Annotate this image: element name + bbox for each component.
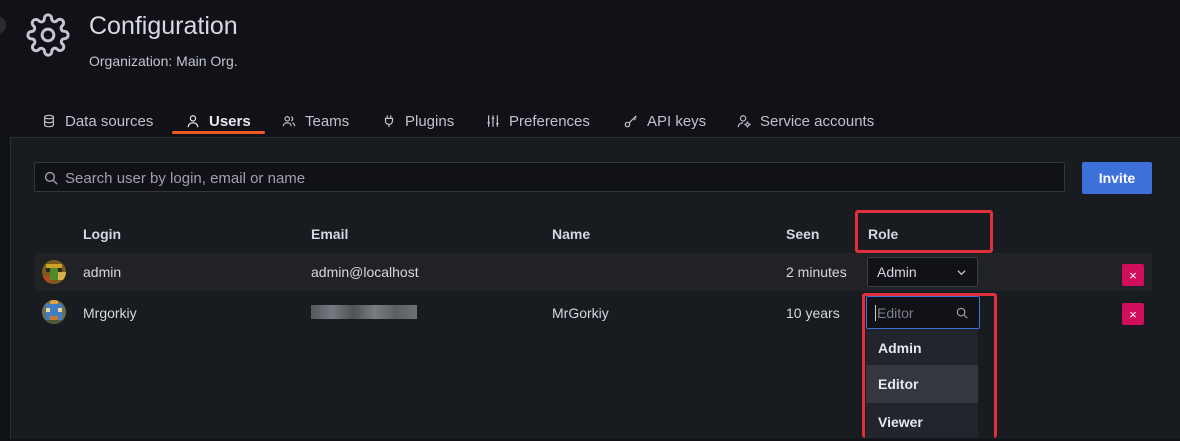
tab-service-accounts[interactable]: Service accounts [737,104,874,138]
database-icon [44,114,54,128]
search-icon [44,171,58,185]
user-name[interactable]: MrGorkiy [552,305,609,321]
gear-icon [26,13,70,57]
user-seen: 10 years [786,305,840,321]
highlight-box-role-header [855,210,993,253]
user-login[interactable]: admin [83,264,121,280]
close-icon: × [1129,267,1137,283]
close-icon: × [1129,306,1137,322]
tab-label: Service accounts [760,112,875,130]
role-select[interactable]: Admin [867,257,978,287]
column-header-seen: Seen [786,226,820,242]
tab-preferences[interactable]: Preferences [486,104,590,138]
page-subtitle: Organization: Main Org. [89,53,238,69]
user-seen: 2 minutes [786,264,847,280]
highlight-box-role-dropdown [862,293,997,438]
column-header-email: Email [311,226,349,242]
redacted-email [311,305,417,319]
tab-label: Plugins [405,112,455,130]
table-row [34,253,1152,291]
tab-label: Data sources [65,112,154,130]
tab-data-sources[interactable]: Data sources [42,104,153,138]
delete-user-button[interactable]: × [1122,303,1144,325]
tab-label: Preferences [509,112,590,130]
user-email[interactable]: admin@localhost [311,264,419,280]
column-header-name: Name [552,226,591,242]
user-icon [187,115,199,128]
avatar [42,260,66,284]
page-title: Configuration [89,12,238,40]
tab-label: Teams [305,112,350,130]
user-login[interactable]: Mrgorkiy [83,305,137,321]
tab-label: API keys [647,112,707,130]
key-icon [624,115,637,128]
column-header-login: Login [83,226,122,242]
tab-plugins[interactable]: Plugins [382,104,454,138]
user-search[interactable] [34,162,1065,193]
tab-teams[interactable]: Teams [282,104,349,138]
search-input[interactable] [63,163,1057,193]
users-icon [282,116,296,127]
user-cog-icon [737,115,751,128]
role-select-value: Admin [877,264,917,280]
delete-user-button[interactable]: × [1122,264,1144,286]
invite-button[interactable]: Invite [1082,162,1152,194]
avatar [42,300,66,324]
tab-api-keys[interactable]: API keys [624,104,706,138]
active-tab-indicator [172,131,265,134]
plug-icon [384,115,394,128]
chevron-down-icon [957,270,966,276]
window-edge-control [0,16,6,34]
tab-label: Users [209,112,251,130]
sliders-icon [487,115,499,127]
